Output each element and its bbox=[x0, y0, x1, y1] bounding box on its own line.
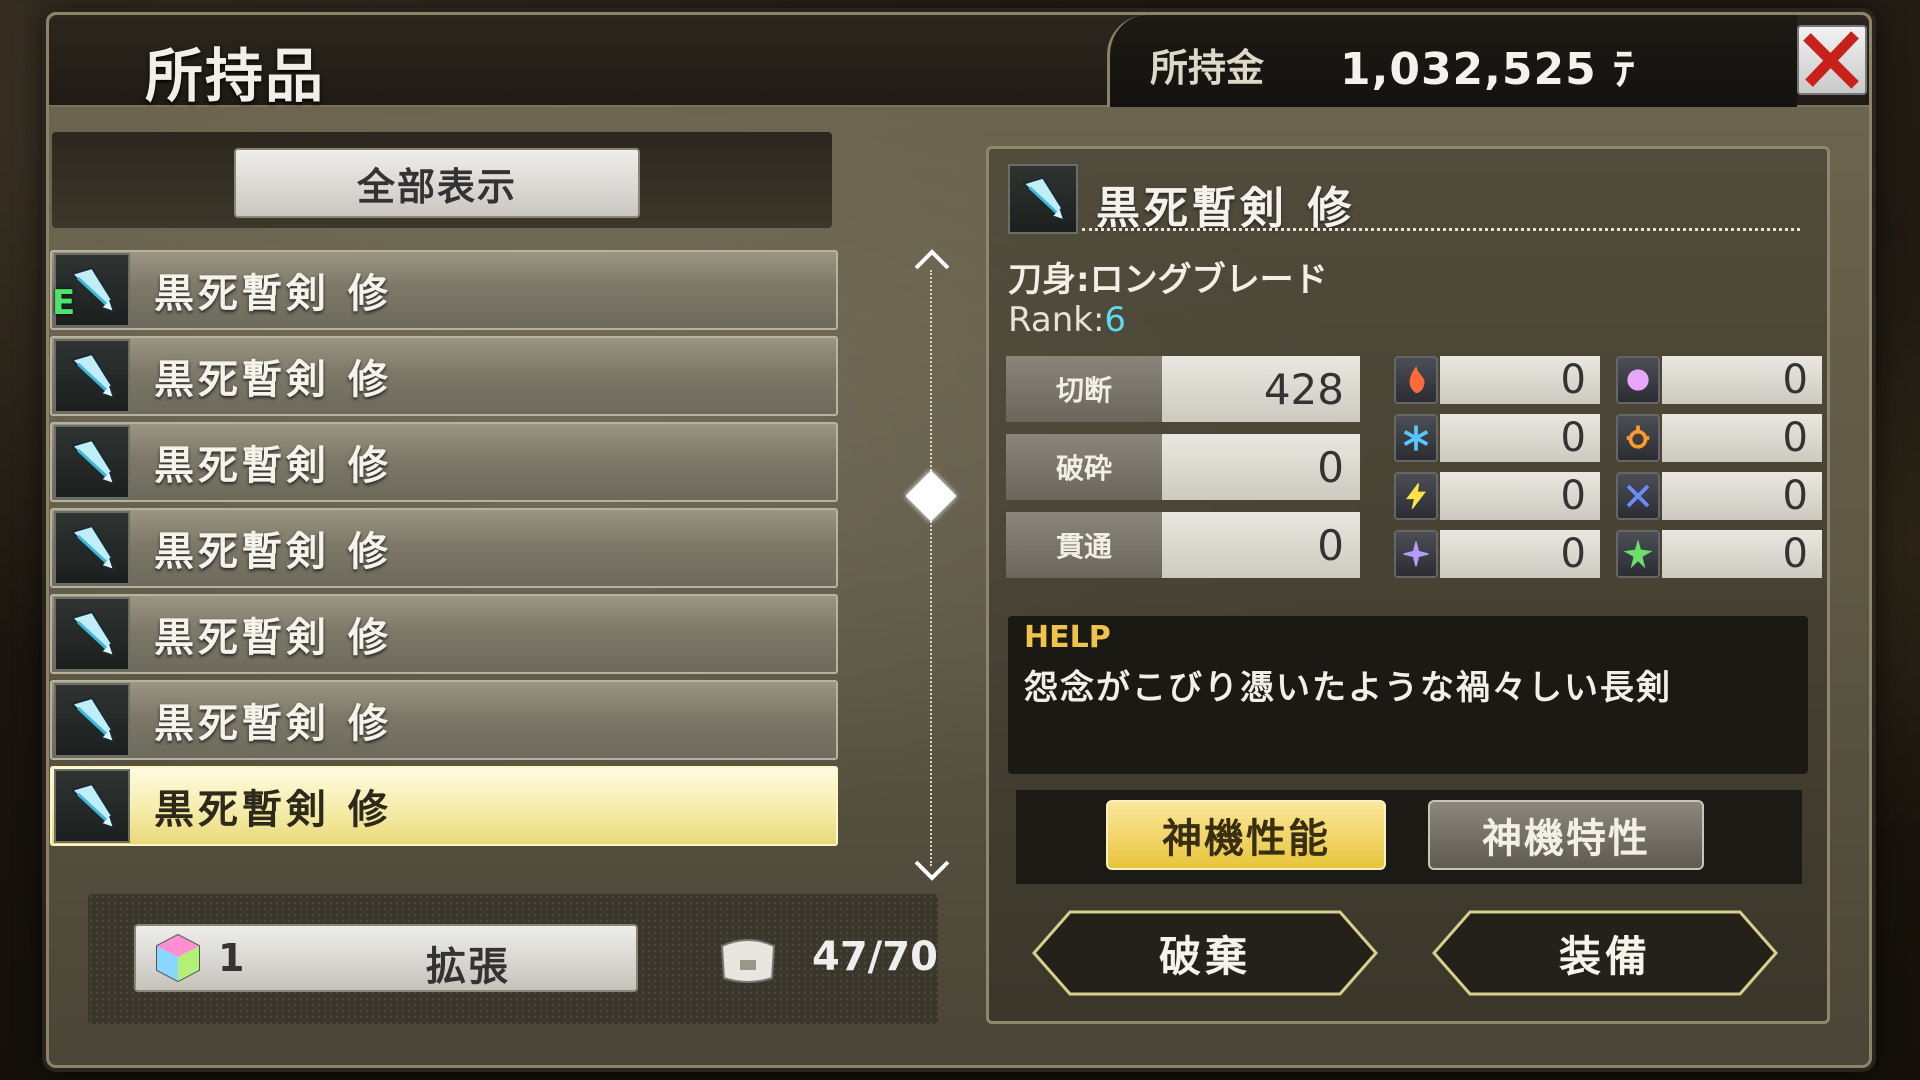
equip-label: 装備 bbox=[1558, 931, 1651, 981]
list-item[interactable]: 黒死暫剣 修 bbox=[50, 336, 838, 416]
element-stat: 0 bbox=[1394, 530, 1600, 578]
element-value: 0 bbox=[1662, 472, 1822, 520]
element-value: 0 bbox=[1440, 356, 1600, 404]
list-item[interactable]: 黒死暫剣 修 bbox=[50, 594, 838, 674]
leaf-star-icon bbox=[1616, 530, 1660, 578]
storage-bag-icon bbox=[720, 939, 776, 983]
element-value: 0 bbox=[1440, 530, 1600, 578]
element-value: 0 bbox=[1440, 414, 1600, 462]
sword-icon bbox=[70, 438, 116, 486]
sword-icon bbox=[70, 610, 116, 658]
money-label: 所持金 bbox=[1150, 46, 1265, 90]
list-item[interactable]: 黒死暫剣 修 bbox=[50, 508, 838, 588]
title-divider bbox=[1082, 228, 1800, 231]
expand-label: 拡張 bbox=[426, 944, 510, 990]
detail-item-name: 黒死暫剣 修 bbox=[1096, 183, 1356, 234]
element-value: 0 bbox=[1440, 472, 1600, 520]
help-box: HELP 怨念がこびり憑いたような禍々しい長剣 bbox=[1008, 616, 1808, 774]
item-icon bbox=[54, 769, 130, 843]
item-icon bbox=[54, 511, 130, 585]
list-item[interactable]: 黒死暫剣 修 bbox=[50, 766, 838, 846]
cube-icon bbox=[156, 933, 200, 983]
stat-value: 0 bbox=[1162, 512, 1360, 578]
list-item[interactable]: E 黒死暫剣 修 bbox=[50, 250, 838, 330]
star-icon bbox=[1394, 530, 1438, 578]
element-stat: 0 bbox=[1616, 530, 1822, 578]
rank-value: 6 bbox=[1104, 300, 1127, 340]
stat-cut: 切断 428 bbox=[1006, 356, 1360, 422]
item-icon bbox=[54, 683, 130, 757]
item-icon bbox=[54, 597, 130, 671]
element-value: 0 bbox=[1662, 356, 1822, 404]
help-text: 怨念がこびり憑いたような禍々しい長剣 bbox=[1024, 668, 1672, 708]
scroll-down-arrow[interactable] bbox=[912, 858, 952, 882]
orb-icon bbox=[1616, 356, 1660, 404]
close-button[interactable] bbox=[1797, 25, 1867, 95]
ice-icon bbox=[1394, 414, 1438, 462]
stat-label: 貫通 bbox=[1006, 512, 1162, 578]
element-stat: 0 bbox=[1616, 356, 1822, 404]
tab-performance[interactable]: 神機性能 bbox=[1106, 800, 1386, 870]
stat-pierce: 貫通 0 bbox=[1006, 512, 1360, 578]
help-title: HELP bbox=[1024, 620, 1111, 655]
stat-crush: 破砕 0 bbox=[1006, 434, 1360, 500]
item-icon bbox=[54, 425, 130, 499]
item-icon: E bbox=[52, 253, 130, 327]
expand-count: 1 bbox=[218, 936, 245, 980]
equipped-badge: E bbox=[52, 283, 76, 323]
element-stat: 0 bbox=[1394, 356, 1600, 404]
rank-label: Rank: bbox=[1008, 300, 1105, 340]
money-value: 1,032,525 ﾃ bbox=[1340, 44, 1637, 95]
discard-button[interactable]: 破棄 bbox=[1030, 908, 1380, 998]
sword-icon bbox=[70, 782, 116, 830]
fire-icon bbox=[1394, 356, 1438, 404]
sword-icon bbox=[70, 352, 116, 400]
money-display: 所持金 1,032,525 ﾃ bbox=[1107, 15, 1797, 107]
title-bar: 所持品 所持金 1,032,525 ﾃ bbox=[49, 15, 1869, 110]
blade-type: 刀身:ロングブレード bbox=[1008, 260, 1328, 300]
stat-value: 428 bbox=[1162, 356, 1360, 422]
item-name: 黒死暫剣 修 bbox=[154, 529, 392, 575]
sword-icon bbox=[1021, 176, 1066, 222]
rank-display: Rank:6 bbox=[1008, 300, 1126, 340]
stat-value: 0 bbox=[1162, 434, 1360, 500]
item-name: 黒死暫剣 修 bbox=[154, 787, 392, 833]
element-stat: 0 bbox=[1394, 414, 1600, 462]
inventory-capacity: 47/70 bbox=[812, 934, 938, 980]
window-title: 所持品 bbox=[145, 42, 326, 110]
item-name: 黒死暫剣 修 bbox=[154, 357, 392, 403]
expand-button[interactable]: 1 拡張 bbox=[134, 924, 638, 992]
scroll-up-arrow[interactable] bbox=[912, 248, 952, 272]
element-stat: 0 bbox=[1616, 414, 1822, 462]
tab-traits[interactable]: 神機特性 bbox=[1428, 800, 1704, 870]
item-name: 黒死暫剣 修 bbox=[154, 615, 392, 661]
stat-label: 破砕 bbox=[1006, 434, 1162, 500]
equip-button[interactable]: 装備 bbox=[1430, 908, 1780, 998]
close-icon bbox=[1803, 31, 1859, 89]
discard-label: 破棄 bbox=[1158, 931, 1251, 981]
detail-item-icon bbox=[1008, 164, 1078, 234]
element-stat: 0 bbox=[1394, 472, 1600, 520]
stat-label: 切断 bbox=[1006, 356, 1162, 422]
item-name: 黒死暫剣 修 bbox=[154, 271, 392, 317]
element-value: 0 bbox=[1662, 414, 1822, 462]
item-name: 黒死暫剣 修 bbox=[154, 443, 392, 489]
item-name: 黒死暫剣 修 bbox=[154, 701, 392, 747]
lightning-icon bbox=[1394, 472, 1438, 520]
list-item[interactable]: 黒死暫剣 修 bbox=[50, 422, 838, 502]
sword-icon bbox=[70, 524, 116, 572]
element-stat: 0 bbox=[1616, 472, 1822, 520]
sword-icon bbox=[70, 696, 116, 744]
sun-icon bbox=[1616, 414, 1660, 462]
item-icon bbox=[54, 339, 130, 413]
scroll-track[interactable] bbox=[930, 270, 932, 866]
cross-icon bbox=[1616, 472, 1660, 520]
show-all-button[interactable]: 全部表示 bbox=[234, 148, 640, 218]
list-item[interactable]: 黒死暫剣 修 bbox=[50, 680, 838, 760]
item-list: E 黒死暫剣 修黒死暫剣 修黒死暫剣 修黒死暫剣 修黒死暫剣 修黒死暫剣 修黒死暫… bbox=[50, 250, 838, 852]
element-value: 0 bbox=[1662, 530, 1822, 578]
